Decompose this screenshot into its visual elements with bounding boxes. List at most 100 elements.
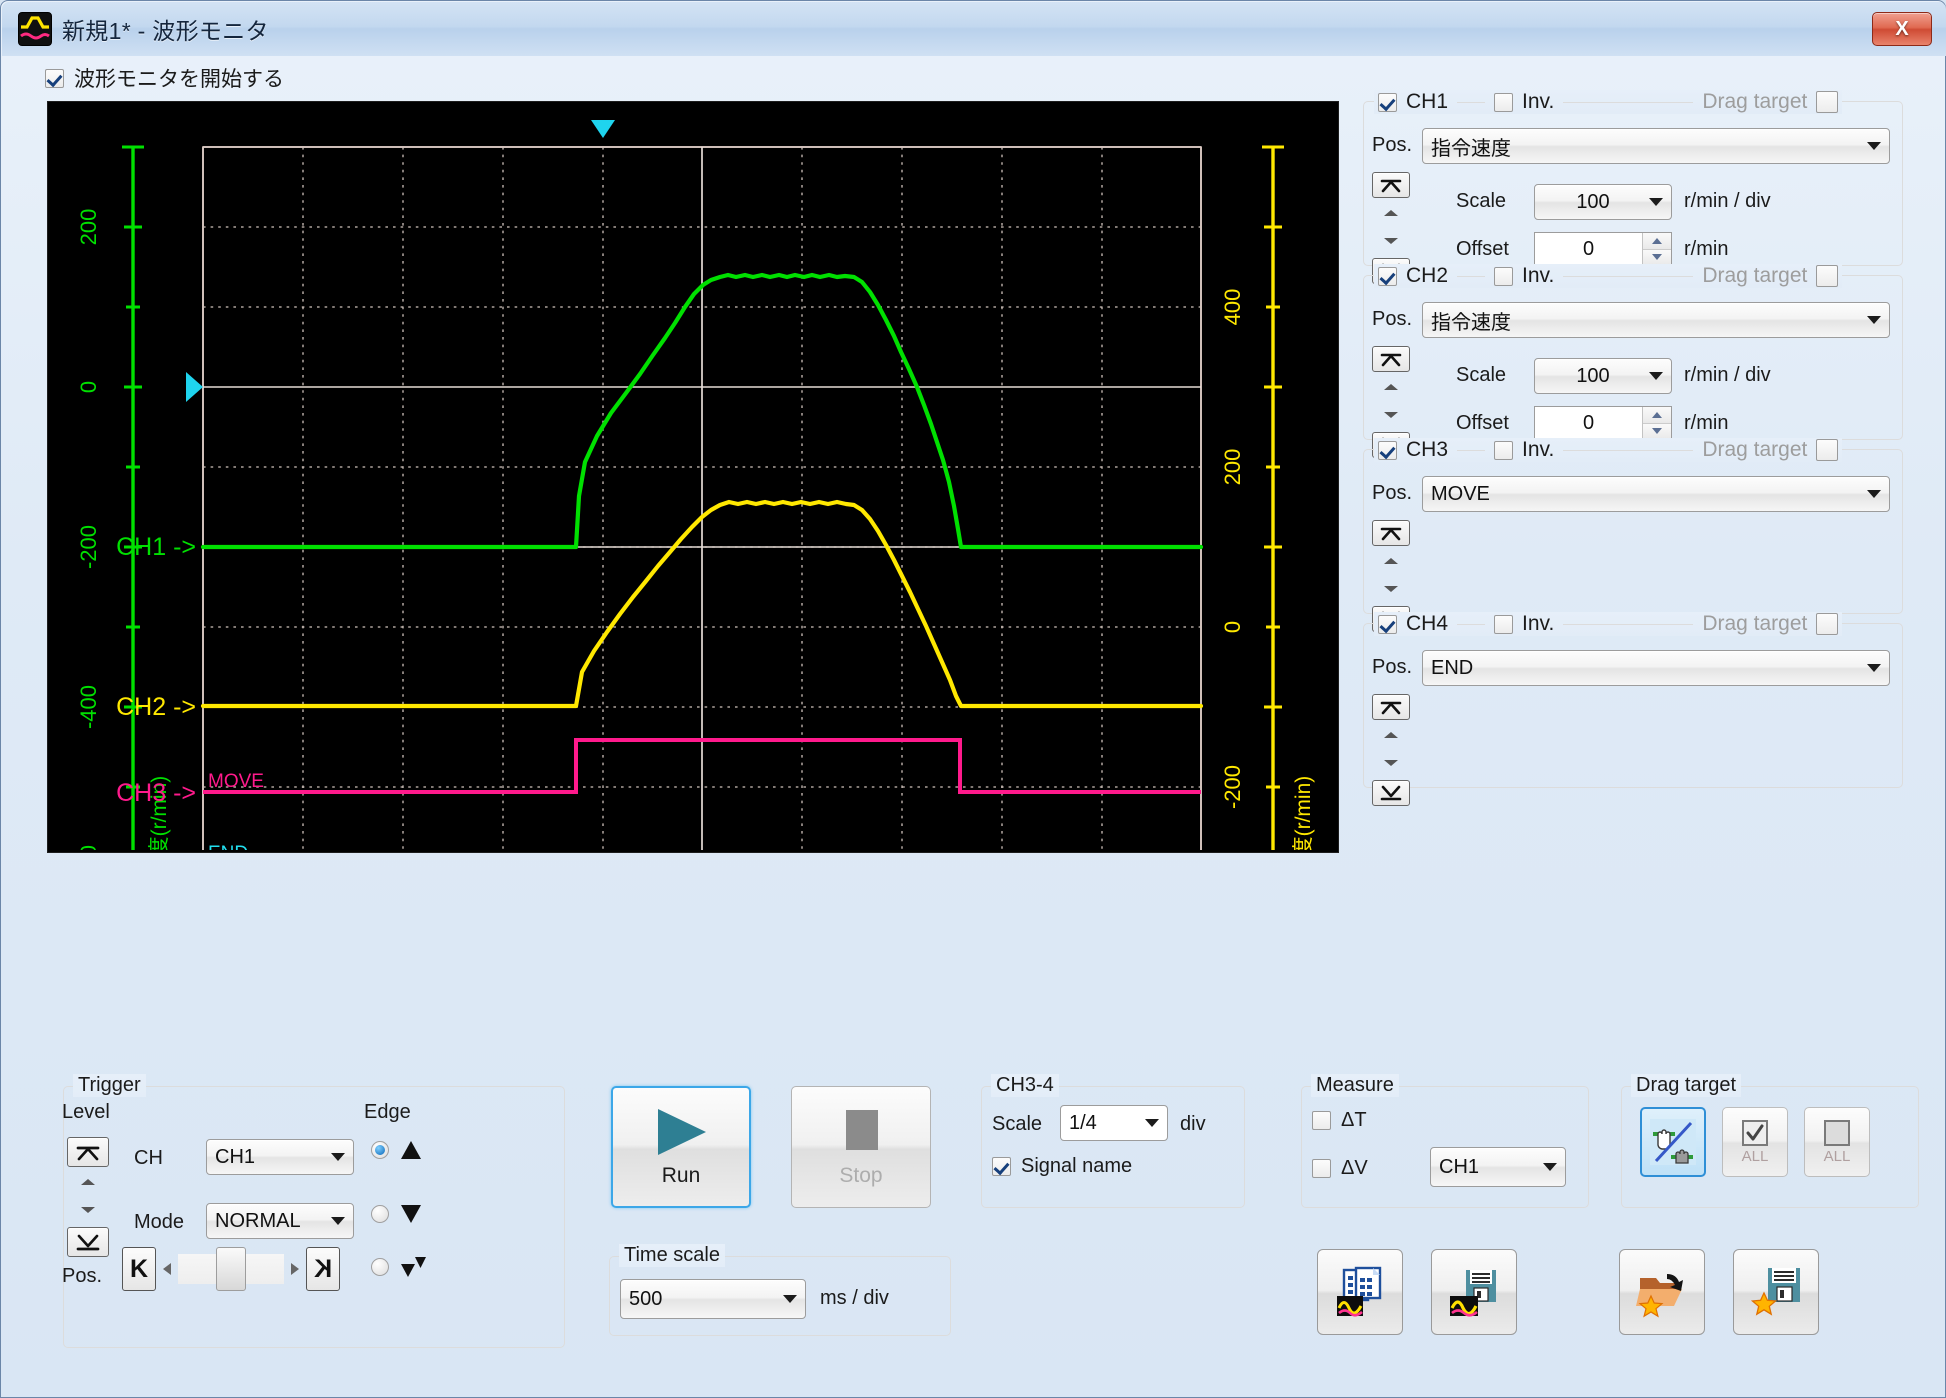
left-tick-0: 0 xyxy=(76,381,101,393)
ch1-label: CH1 xyxy=(1406,90,1449,113)
ch3-signal-select[interactable]: MOVE xyxy=(1422,476,1890,512)
drag-target-all-uncheck-button[interactable]: ALL xyxy=(1804,1107,1870,1177)
window-title: 新規1* - 波形モニタ xyxy=(62,18,269,44)
run-button[interactable]: Run xyxy=(611,1086,751,1208)
waveform-canvas: 200 0 -200 -400 -600 CH1 指令速度(r/min) xyxy=(48,102,1336,850)
ch3-pos-up-button[interactable] xyxy=(1372,550,1410,572)
trigger-edge-rising-radio[interactable] xyxy=(371,1141,389,1159)
trigger-edge-both-radio[interactable] xyxy=(371,1258,389,1276)
channel-group-ch1: CH1 Inv. Drag target Pos. 指令速度 Scale 100… xyxy=(1363,90,1903,284)
ch1-pos-up-button[interactable] xyxy=(1372,202,1410,224)
ch4-pos-bottom-button[interactable] xyxy=(1372,780,1410,806)
channel-header-ch2: CH2 Inv. Drag target xyxy=(1374,264,1843,288)
trigger-pos-thumb[interactable] xyxy=(216,1247,246,1291)
ch1-offset-spin-buttons[interactable] xyxy=(1642,233,1671,265)
ch2-pos-top-button[interactable] xyxy=(1372,346,1410,372)
ch2-pos-down-button[interactable] xyxy=(1372,404,1410,426)
measure-dt-checkbox[interactable] xyxy=(1312,1111,1331,1130)
ch2-signal-value: 指令速度 xyxy=(1431,311,1511,334)
trigger-pos-right-arrow[interactable] xyxy=(284,1261,306,1277)
checkbox-checked-icon xyxy=(1742,1120,1768,1146)
ch4-pos-up-button[interactable] xyxy=(1372,724,1410,746)
measure-ch-select[interactable]: CH1 xyxy=(1430,1147,1566,1187)
open-favorite-button[interactable] xyxy=(1619,1249,1705,1335)
channel-header-ch1: CH1 Inv. Drag target xyxy=(1374,90,1843,114)
ch2-offset-up-button[interactable] xyxy=(1643,407,1671,424)
ch34-panel: CH3-4 Scale 1/4 div Signal name xyxy=(981,1074,1245,1208)
measure-dv-checkbox[interactable] xyxy=(1312,1159,1331,1178)
ch2-scale-select[interactable]: 100 xyxy=(1534,358,1672,394)
ch1-offset-stepper[interactable]: 0 xyxy=(1534,232,1672,266)
time-scale-select[interactable]: 500 xyxy=(620,1279,806,1319)
ch2-signal-select[interactable]: 指令速度 xyxy=(1422,302,1890,338)
ch3-drag-target-checkbox[interactable] xyxy=(1816,439,1839,461)
trigger-pos-home-button[interactable]: K xyxy=(122,1247,156,1291)
ch2-inv-checkbox[interactable] xyxy=(1494,266,1514,286)
ch2-offset-down-button[interactable] xyxy=(1643,423,1671,439)
drag-target-all-check-button[interactable]: ALL xyxy=(1722,1107,1788,1177)
title-bar: 新規1* - 波形モニタ X xyxy=(2,2,1946,56)
ch1-offset-up-button[interactable] xyxy=(1643,233,1671,250)
scope-display[interactable]: 200 0 -200 -400 -600 CH1 指令速度(r/min) xyxy=(47,101,1339,853)
copy-waveform-button[interactable] xyxy=(1317,1249,1403,1335)
ch4-pos-down-button[interactable] xyxy=(1372,752,1410,774)
save-favorite-button[interactable] xyxy=(1733,1249,1819,1335)
ch2-offset-stepper[interactable]: 0 xyxy=(1534,406,1672,440)
ch1-signal-select[interactable]: 指令速度 xyxy=(1422,128,1890,164)
ch2-drag-target-checkbox[interactable] xyxy=(1816,265,1839,287)
trigger-mode-select[interactable]: NORMAL xyxy=(206,1203,354,1239)
ch1-scale-select[interactable]: 100 xyxy=(1534,184,1672,220)
ch4-marker: CH4 -> xyxy=(116,849,196,850)
trigger-level-up-button[interactable] xyxy=(67,1171,109,1193)
measure-dt-label: ΔT xyxy=(1341,1109,1367,1131)
ch1-enable-checkbox[interactable] xyxy=(1378,92,1397,112)
channel-header-ch3: CH3 Inv. Drag target xyxy=(1374,438,1843,462)
ch34-signal-name-checkbox[interactable] xyxy=(992,1157,1011,1176)
ch3-inv-checkbox[interactable] xyxy=(1494,440,1514,460)
ch34-scale-value: 1/4 xyxy=(1069,1111,1097,1134)
ch2-enable-checkbox[interactable] xyxy=(1378,266,1397,286)
ch4-inv-label: Inv. xyxy=(1522,612,1555,635)
end-icon: K xyxy=(313,1254,333,1283)
time-scale-panel: Time scale 500 ms / div xyxy=(609,1244,951,1336)
ch4-signal-select[interactable]: END xyxy=(1422,650,1890,686)
ch3-enable-checkbox[interactable] xyxy=(1378,440,1397,460)
right-tick-0: 0 xyxy=(1220,621,1245,633)
ch2-offset-value: 0 xyxy=(1582,411,1595,434)
ch2-offset-spin-buttons[interactable] xyxy=(1642,407,1671,439)
trigger-pos-left-arrow[interactable] xyxy=(156,1261,178,1277)
trigger-edge-falling-radio[interactable] xyxy=(371,1205,389,1223)
trigger-level-top-button[interactable] xyxy=(67,1137,109,1167)
ch3-signal-value: MOVE xyxy=(1431,482,1490,505)
trigger-ch-select[interactable]: CH1 xyxy=(206,1139,354,1175)
ch34-scale-label: Scale xyxy=(992,1113,1043,1135)
ch1-drag-target-label: Drag target xyxy=(1702,90,1808,113)
ch4-inv-checkbox[interactable] xyxy=(1494,614,1514,634)
ch4-drag-target-checkbox[interactable] xyxy=(1816,613,1839,635)
ch1-offset-down-button[interactable] xyxy=(1643,249,1671,265)
ch1-drag-target-checkbox[interactable] xyxy=(1816,91,1839,113)
ch1-pos-down-button[interactable] xyxy=(1372,230,1410,252)
ch3-pos-top-button[interactable] xyxy=(1372,520,1410,546)
start-monitor-checkbox[interactable] xyxy=(45,68,64,88)
measure-dv-row: ΔV xyxy=(1312,1157,1368,1180)
ch2-pos-up-button[interactable] xyxy=(1372,376,1410,398)
ch34-scale-select[interactable]: 1/4 xyxy=(1060,1105,1168,1141)
close-button[interactable]: X xyxy=(1872,12,1932,46)
trigger-mode-value: NORMAL xyxy=(215,1209,301,1232)
trigger-pos-end-button[interactable]: K xyxy=(306,1247,340,1291)
trigger-level-bottom-button[interactable] xyxy=(67,1227,109,1257)
trigger-pos-slider[interactable]: K K xyxy=(122,1245,340,1293)
stop-button[interactable]: Stop xyxy=(791,1086,931,1208)
ch1-inv-checkbox[interactable] xyxy=(1494,92,1514,112)
ch3-pos-down-button[interactable] xyxy=(1372,578,1410,600)
trigger-pos-track[interactable] xyxy=(178,1247,284,1291)
chevron-down-icon xyxy=(1145,1119,1159,1127)
save-waveform-button[interactable] xyxy=(1431,1249,1517,1335)
drag-target-hand-toggle[interactable] xyxy=(1640,1107,1706,1177)
trigger-level-down-button[interactable] xyxy=(67,1199,109,1221)
ch4-pos-top-button[interactable] xyxy=(1372,694,1410,720)
start-monitor-row: 波形モニタを開始する xyxy=(45,63,284,93)
ch1-pos-top-button[interactable] xyxy=(1372,172,1410,198)
ch4-enable-checkbox[interactable] xyxy=(1378,614,1397,634)
